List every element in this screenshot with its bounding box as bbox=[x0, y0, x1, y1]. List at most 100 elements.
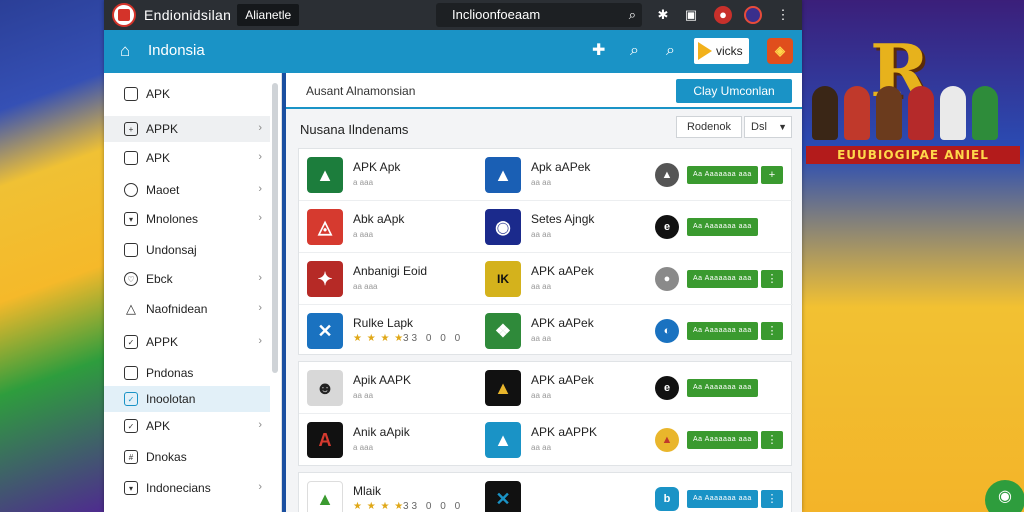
list-item[interactable]: A Anik aApik a aaa ▲ APK aAPPK aa aa ▲ A… bbox=[299, 414, 793, 466]
app-title[interactable]: Abk aApk bbox=[353, 212, 404, 226]
install-button[interactable]: Aa Aaaaaaa aaa bbox=[687, 270, 758, 288]
install-button[interactable]: Aa Aaaaaaa aaa bbox=[687, 166, 758, 184]
puzzle-icon[interactable]: ✚ bbox=[592, 41, 605, 61]
app-title[interactable]: APK aAPek bbox=[531, 264, 594, 278]
app-subtitle: a aaa bbox=[353, 178, 374, 187]
app-list-panel: ☻ Apik AAPK aa aa ▲ APK aAPek aa aa e Aa… bbox=[298, 361, 793, 466]
install-button[interactable]: Aa Aaaaaaa aaa bbox=[687, 431, 758, 449]
url-bar[interactable]: Inclioonfoeaam ⌕ bbox=[436, 3, 642, 27]
app-title[interactable]: APK aAPek bbox=[531, 373, 594, 387]
sidebar-item[interactable]: # Dnokas bbox=[104, 444, 270, 470]
sidebar-item[interactable]: + APPK › bbox=[104, 116, 270, 142]
search-icon[interactable]: ⌕ bbox=[666, 41, 675, 61]
app-title[interactable]: Apik AAPK bbox=[353, 373, 411, 387]
brand-logo-icon: b bbox=[655, 487, 679, 511]
app-title[interactable]: Anbanigi Eoid bbox=[353, 264, 427, 278]
app-title[interactable]: Setes Ajngk bbox=[531, 212, 594, 226]
rating-value: 33 0 0 0 bbox=[403, 333, 464, 344]
app-title[interactable]: Apk aAPek bbox=[531, 160, 590, 174]
sidebar-item[interactable]: ♡ Ebck › bbox=[104, 266, 270, 292]
list-item[interactable]: ▲ Mlaik ★ ★ ★ ★ 33 0 0 0 ✕ b Aa Aaaaaaa … bbox=[299, 473, 793, 512]
more-button[interactable]: ⋮ bbox=[761, 431, 783, 449]
list-item[interactable]: ✦ Anbanigi Eoid aa aaa IK APK aAPek aa a… bbox=[299, 253, 793, 305]
promo-badge-icon[interactable]: ◉ bbox=[985, 480, 1024, 512]
list-item[interactable]: ▲ APK Apk a aaa ▲ Apk aAPek aa aa ▲ Aa A… bbox=[299, 149, 793, 201]
game-icon: ❖ bbox=[485, 313, 521, 349]
sidebar-item[interactable]: APK bbox=[104, 81, 270, 107]
badge-icon[interactable]: ◈ bbox=[767, 38, 793, 64]
app-title[interactable]: APK aAPPK bbox=[531, 425, 597, 439]
install-button[interactable]: Aa Aaaaaaa aaa bbox=[687, 490, 758, 508]
list-item[interactable]: ☻ Apik AAPK aa aa ▲ APK aAPek aa aa e Aa… bbox=[299, 362, 793, 414]
chevron-right-icon: › bbox=[258, 272, 262, 284]
add-button[interactable]: + bbox=[761, 166, 783, 184]
more-button[interactable]: ⋮ bbox=[761, 490, 783, 508]
app-title[interactable]: APK Apk bbox=[353, 160, 400, 174]
sidebar-item[interactable]: △ Naofnidean › bbox=[104, 296, 270, 322]
profile-icon[interactable]: ● bbox=[714, 6, 732, 24]
app-subtitle: aa aaa bbox=[353, 282, 378, 291]
sidebar-item[interactable]: Pndonas bbox=[104, 360, 270, 386]
promo-kids-illustration bbox=[808, 86, 1020, 142]
sidebar-item[interactable]: ✓ APPK › bbox=[104, 329, 270, 355]
check-icon: ✓ bbox=[124, 419, 138, 433]
sidebar-item[interactable]: APK › bbox=[104, 145, 270, 171]
more-button[interactable]: ⋮ bbox=[761, 322, 783, 340]
sidebar-item-label: Dnokas bbox=[146, 450, 187, 464]
app-title[interactable]: Rulke Lapk bbox=[353, 316, 413, 330]
sidebar-item-selected[interactable]: ✓ Inoolotan bbox=[104, 386, 270, 412]
sort-button[interactable]: Rodenok bbox=[676, 116, 742, 138]
search-icon[interactable]: ⌕ bbox=[630, 41, 639, 61]
bag-icon[interactable]: ▣ bbox=[682, 6, 700, 24]
sidebar-item[interactable]: ▾ Indonecians › bbox=[104, 475, 270, 501]
list-item[interactable]: ✕ Rulke Lapk ★ ★ ★ ★ 33 0 0 0 ❖ APK aAPe… bbox=[299, 305, 793, 357]
sidebar-item-label: Maoet bbox=[146, 183, 180, 197]
sidebar: APK + APPK › APK › Maoet › ▾ Mnolones › … bbox=[104, 73, 282, 512]
rating-stars: ★ ★ ★ ★ bbox=[353, 333, 405, 344]
app-logo-icon bbox=[112, 3, 136, 27]
app-subtitle: aa aa bbox=[531, 443, 552, 452]
app-title[interactable]: APK aAPek bbox=[531, 316, 594, 330]
list-item[interactable]: ◬ Abk aApk a aaa ◉ Setes Ajngk aa aa e A… bbox=[299, 201, 793, 253]
more-button[interactable]: ⋮ bbox=[761, 270, 783, 288]
more-menu-icon[interactable]: ⋮ bbox=[774, 6, 792, 24]
brand-logo-icon: e bbox=[655, 215, 679, 239]
globe-icon[interactable] bbox=[744, 6, 762, 24]
drive-icon: ▲ bbox=[307, 481, 343, 512]
sidebar-item[interactable]: Maoet › bbox=[104, 177, 270, 203]
install-button[interactable]: Aa Aaaaaaa aaa bbox=[687, 218, 758, 236]
install-button[interactable]: Aa Aaaaaaa aaa bbox=[687, 322, 758, 340]
filter-dropdown[interactable]: Dsl ▼ bbox=[744, 116, 792, 138]
sidebar-item[interactable]: ✓ APK › bbox=[104, 413, 270, 439]
sidebar-item[interactable]: Undonsaj bbox=[104, 237, 270, 263]
apk-icon: IK bbox=[485, 261, 521, 297]
home-icon[interactable]: ⌂ bbox=[120, 42, 140, 60]
install-button[interactable]: Aa Aaaaaaa aaa bbox=[687, 379, 758, 397]
play-store-chip[interactable]: vicks bbox=[694, 38, 749, 64]
promo-kid bbox=[812, 86, 838, 140]
sidebar-item-label: Undonsaj bbox=[146, 243, 197, 257]
tab-active[interactable]: Ausant Alnamonsian bbox=[306, 84, 415, 98]
apk-icon: ▲ bbox=[307, 157, 343, 193]
sidebar-scrollbar[interactable] bbox=[272, 83, 278, 373]
brand-logo-icon: ● bbox=[655, 267, 679, 291]
app-window: Endionidsilan Alianetle Inclioonfoeaam ⌕… bbox=[104, 0, 802, 512]
apk-icon: ▲ bbox=[485, 370, 521, 406]
chevron-right-icon: › bbox=[258, 151, 262, 163]
app-subtitle: aa aa bbox=[531, 178, 552, 187]
chevron-right-icon: › bbox=[258, 481, 262, 493]
file-icon bbox=[124, 243, 138, 257]
download-icon: ▾ bbox=[124, 212, 138, 226]
app-subtitle: aa aa bbox=[531, 391, 552, 400]
title-tab[interactable]: Alianetle bbox=[237, 4, 300, 26]
brand-logo-icon: ▲ bbox=[655, 428, 679, 452]
sidebar-item-label: Ebck bbox=[146, 272, 173, 286]
chat-icon bbox=[124, 183, 138, 197]
app-title[interactable]: Mlaik bbox=[353, 484, 381, 498]
promo-kid bbox=[940, 86, 966, 140]
sidebar-item[interactable]: ▾ Mnolones › bbox=[104, 206, 270, 232]
puzzle-icon[interactable]: ✱ bbox=[654, 6, 672, 24]
app-title[interactable]: Anik aApik bbox=[353, 425, 410, 439]
search-icon[interactable]: ⌕ bbox=[629, 3, 636, 27]
cta-button[interactable]: Clay Umconlan bbox=[676, 79, 792, 103]
